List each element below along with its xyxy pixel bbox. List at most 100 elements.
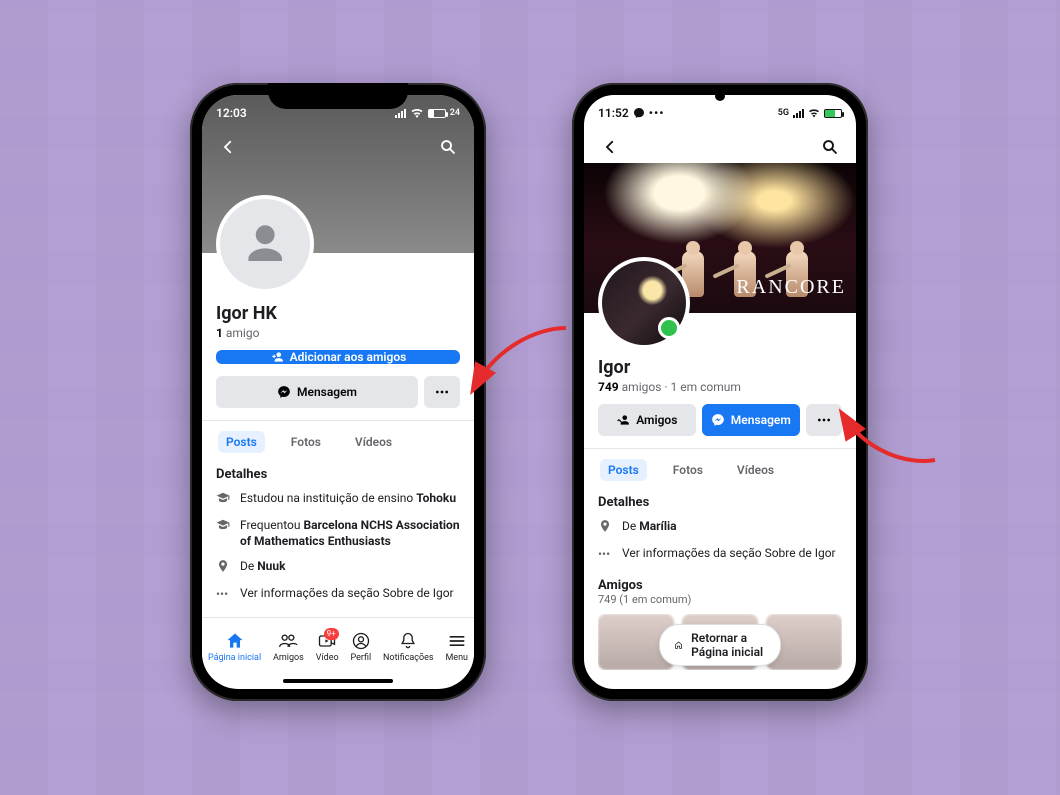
location-icon bbox=[216, 559, 232, 577]
add-friend-icon bbox=[270, 350, 284, 364]
detail-from: De Marília bbox=[598, 518, 842, 537]
more-icon bbox=[434, 384, 450, 400]
home-icon bbox=[674, 637, 683, 653]
more-button[interactable] bbox=[424, 376, 460, 408]
phone-right: 11:52 ••• 5G bbox=[572, 83, 868, 701]
friends-title: Amigos bbox=[598, 578, 842, 593]
more-status-icon: ••• bbox=[649, 106, 665, 120]
profile-tabs: Posts Fotos Vídeos bbox=[216, 421, 460, 453]
detail-from: De Nuuk bbox=[216, 558, 460, 577]
tab-profile[interactable]: Perfil bbox=[351, 631, 372, 663]
screen-right: 11:52 ••• 5G bbox=[584, 95, 856, 689]
status-icons: 5G bbox=[778, 108, 842, 118]
tab-label: Página inicial bbox=[208, 653, 261, 663]
message-button[interactable]: Mensagem bbox=[702, 404, 800, 436]
tab-video[interactable]: 9+ Vídeo bbox=[316, 631, 339, 663]
more-button[interactable] bbox=[806, 404, 842, 436]
detail-text: Frequentou Barcelona NCHS Association of… bbox=[240, 517, 460, 549]
signal-icon bbox=[395, 109, 406, 118]
detail-text: De Nuuk bbox=[240, 558, 286, 574]
add-friend-button[interactable]: Adicionar aos amigos bbox=[216, 350, 460, 364]
messenger-status-icon bbox=[633, 107, 645, 119]
profile-name: Igor bbox=[598, 357, 842, 378]
message-label: Mensagem bbox=[297, 385, 357, 399]
iphone-notch bbox=[268, 83, 408, 109]
more-icon bbox=[816, 412, 832, 428]
ellipsis-icon: ••• bbox=[598, 546, 614, 562]
profile-icon bbox=[351, 631, 371, 651]
back-button[interactable] bbox=[214, 133, 242, 161]
detail-education: Estudou na instituição de ensino Tohoku bbox=[216, 490, 460, 509]
detail-school: Frequentou Barcelona NCHS Association of… bbox=[216, 517, 460, 549]
friends-button[interactable]: Amigos bbox=[598, 404, 696, 436]
screen-left: 12:03 24 bbox=[202, 95, 474, 689]
message-button[interactable]: Mensagem bbox=[216, 376, 418, 408]
messenger-icon bbox=[711, 413, 725, 427]
messenger-icon bbox=[277, 385, 291, 399]
home-icon bbox=[225, 631, 245, 651]
detail-text: De Marília bbox=[622, 518, 677, 534]
search-button[interactable] bbox=[816, 133, 844, 161]
avatar[interactable] bbox=[598, 257, 690, 349]
tab-fotos[interactable]: Fotos bbox=[665, 459, 711, 481]
wifi-icon bbox=[808, 108, 820, 118]
tab-posts[interactable]: Posts bbox=[600, 459, 647, 481]
battery-icon bbox=[824, 109, 842, 118]
back-button[interactable] bbox=[596, 133, 624, 161]
search-button[interactable] bbox=[434, 133, 462, 161]
avatar-placeholder-icon bbox=[240, 219, 290, 269]
phone-left: 12:03 24 bbox=[190, 83, 486, 701]
battery-icon bbox=[428, 109, 446, 118]
education-icon bbox=[216, 491, 232, 509]
status-time: 11:52 bbox=[598, 106, 629, 120]
details-title: Detalhes bbox=[598, 495, 842, 510]
profile-body: Igor 749 amigos · 1 em comum Amigos bbox=[584, 313, 856, 689]
tab-posts[interactable]: Posts bbox=[218, 431, 265, 453]
cover-image: 12:03 24 bbox=[202, 95, 474, 253]
profile-nav bbox=[584, 131, 856, 163]
bottom-tabbar: Página inicial Amigos 9+ Vídeo Perfil bbox=[202, 617, 474, 675]
tab-videos[interactable]: Vídeos bbox=[729, 459, 782, 481]
ellipsis-icon: ••• bbox=[216, 586, 232, 602]
location-icon bbox=[598, 519, 614, 537]
signal-icon bbox=[793, 109, 804, 118]
friend-count: 1 amigo bbox=[216, 326, 460, 340]
profile-body: Igor HK 1 amigo Adicionar aos amigos bbox=[202, 253, 474, 617]
battery-pct: 24 bbox=[450, 108, 460, 118]
tab-label: Perfil bbox=[351, 653, 372, 663]
detail-about-link[interactable]: ••• Ver informações da seção Sobre de Ig… bbox=[598, 545, 842, 562]
detail-about-link[interactable]: ••• Ver informações da seção Sobre de Ig… bbox=[216, 585, 460, 602]
menu-icon bbox=[447, 631, 467, 651]
tab-label: Menu bbox=[445, 653, 468, 663]
tab-videos[interactable]: Vídeos bbox=[347, 431, 400, 453]
home-indicator bbox=[283, 679, 393, 683]
tab-fotos[interactable]: Fotos bbox=[283, 431, 329, 453]
profile-name: Igor HK bbox=[216, 303, 460, 324]
avatar[interactable] bbox=[216, 195, 314, 293]
tab-home[interactable]: Página inicial bbox=[208, 631, 261, 663]
friend-count: 749 amigos · 1 em comum bbox=[598, 380, 842, 394]
status-icons: 24 bbox=[395, 108, 460, 118]
friends-icon bbox=[616, 413, 630, 427]
friends-strip: Retornar a Página inicial bbox=[598, 614, 842, 670]
friends-subtitle: 749 (1 em comum) bbox=[598, 593, 842, 606]
tab-notifications[interactable]: Notificações bbox=[383, 631, 434, 663]
profile-tabs: Posts Fotos Vídeos bbox=[598, 449, 842, 481]
cover-text: RANCORE bbox=[736, 276, 846, 299]
tab-menu[interactable]: Menu bbox=[445, 631, 468, 663]
return-home-chip[interactable]: Retornar a Página inicial bbox=[659, 624, 781, 666]
tab-friends[interactable]: Amigos bbox=[273, 631, 304, 663]
message-label: Mensagem bbox=[731, 413, 791, 427]
chip-label: Retornar a Página inicial bbox=[691, 631, 766, 659]
tab-label: Amigos bbox=[273, 653, 304, 663]
details-title: Detalhes bbox=[216, 467, 460, 482]
detail-text: Ver informações da seção Sobre de Igor bbox=[240, 585, 454, 601]
bell-icon bbox=[398, 631, 418, 651]
tab-label: Vídeo bbox=[316, 653, 339, 663]
network-label: 5G bbox=[778, 108, 789, 118]
status-time: 12:03 bbox=[216, 106, 247, 120]
detail-text: Estudou na instituição de ensino Tohoku bbox=[240, 490, 456, 506]
cover-image[interactable]: RANCORE bbox=[584, 163, 856, 313]
video-badge: 9+ bbox=[324, 628, 339, 640]
wifi-icon bbox=[410, 108, 424, 118]
